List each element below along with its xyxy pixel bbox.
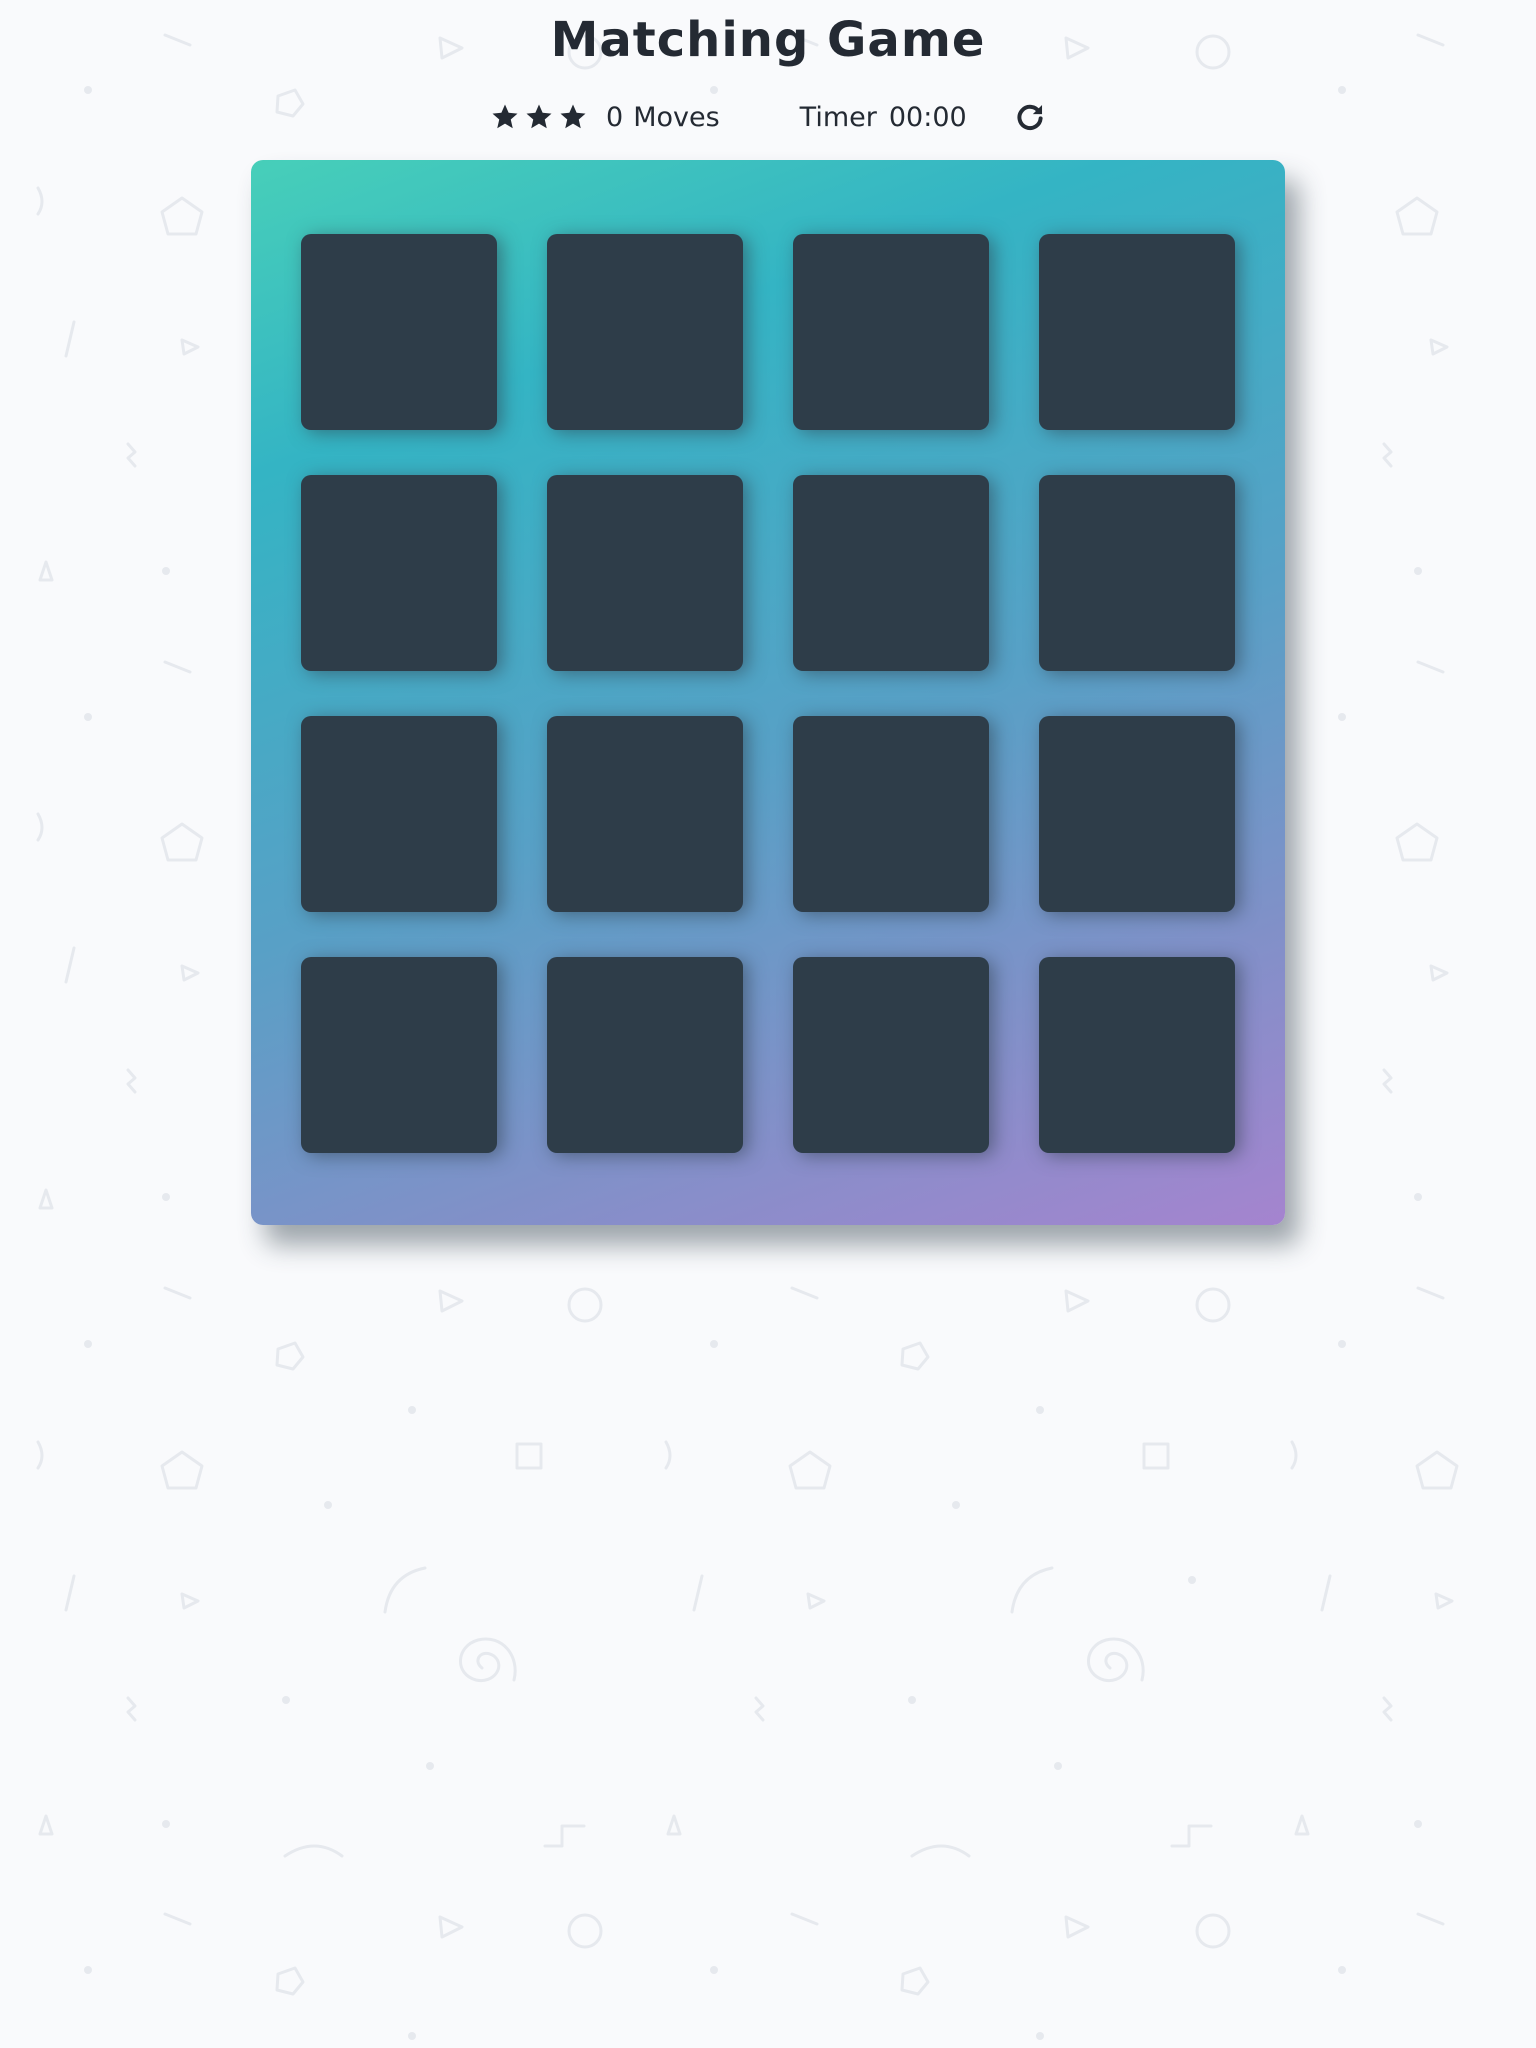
card[interactable] (301, 475, 497, 671)
card[interactable] (793, 957, 989, 1153)
timer-label: Timer (799, 101, 877, 133)
star-icon (560, 104, 586, 129)
card[interactable] (547, 716, 743, 912)
star-icon (492, 104, 518, 129)
card[interactable] (1039, 234, 1235, 430)
card[interactable] (793, 234, 989, 430)
star-icon (526, 104, 552, 129)
moves-count: 0 (606, 101, 624, 133)
page-title: Matching Game (550, 12, 986, 68)
moves-counter: 0 Moves (606, 102, 720, 133)
star-rating (490, 102, 588, 132)
card[interactable] (301, 716, 497, 912)
card[interactable] (547, 957, 743, 1153)
card[interactable] (793, 475, 989, 671)
timer-value: 00:00 (888, 101, 967, 133)
timer: Timer 00:00 (800, 102, 967, 133)
score-panel: 0 Moves Timer 00:00 (490, 96, 1050, 138)
card[interactable] (547, 234, 743, 430)
card[interactable] (547, 475, 743, 671)
card[interactable] (301, 234, 497, 430)
card[interactable] (1039, 475, 1235, 671)
card[interactable] (1039, 957, 1235, 1153)
moves-label: Moves (633, 101, 720, 133)
restart-icon[interactable] (1013, 100, 1047, 134)
card-deck (251, 160, 1285, 1225)
card[interactable] (793, 716, 989, 912)
card[interactable] (1039, 716, 1235, 912)
card[interactable] (301, 957, 497, 1153)
